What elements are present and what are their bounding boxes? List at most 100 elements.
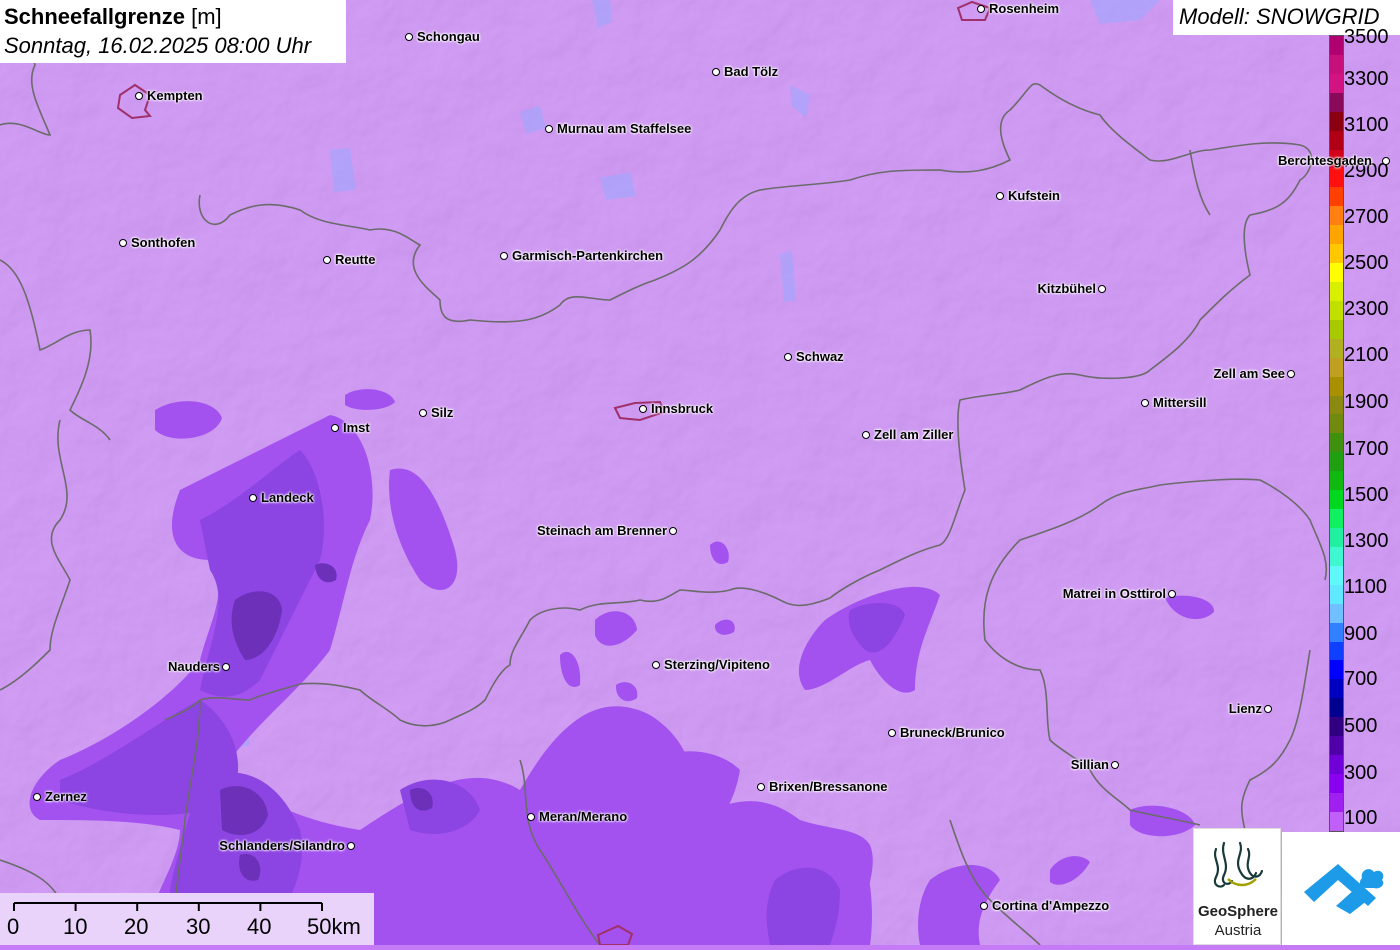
city-label: Innsbruck: [651, 401, 714, 416]
city-label: Kitzbühel: [1037, 281, 1097, 296]
legend-color-step: [1330, 717, 1343, 737]
legend-label: 700: [1344, 668, 1378, 690]
city-marker[interactable]: [1382, 157, 1390, 165]
legend-color-step: [1330, 509, 1343, 528]
city-marker[interactable]: [1111, 761, 1119, 769]
city-label: Nauders: [167, 659, 220, 674]
legend-label: 1900: [1344, 391, 1389, 413]
city-label: Schlanders/Silandro: [219, 838, 345, 853]
legend-color-step: [1330, 698, 1343, 718]
legend-color-step: [1330, 660, 1343, 680]
legend-color-step: [1330, 452, 1343, 472]
city-label: Sillian: [1070, 757, 1109, 772]
legend-label: 300: [1344, 762, 1378, 784]
scale-label-0: 0: [7, 914, 20, 939]
legend-color-step: [1330, 263, 1343, 282]
legend-color-step: [1330, 225, 1343, 245]
city-marker[interactable]: [757, 783, 765, 791]
map-canvas[interactable]: [0, 0, 1400, 945]
legend-label: 100: [1344, 807, 1378, 829]
city-marker[interactable]: [996, 192, 1004, 200]
legend-color-step: [1330, 773, 1343, 793]
legend-label: 1500: [1344, 484, 1389, 506]
legend-color-step: [1330, 130, 1343, 150]
city-marker[interactable]: [1264, 705, 1272, 713]
legend-color-step: [1330, 300, 1343, 320]
city-label: Sterzing/Vipiteno: [664, 657, 770, 672]
city-marker[interactable]: [249, 494, 257, 502]
city-label: Mittersill: [1153, 395, 1207, 410]
legend-label: 2300: [1344, 298, 1389, 320]
city-marker[interactable]: [1098, 285, 1106, 293]
legend-color-step: [1330, 54, 1343, 74]
legend-color-step: [1330, 73, 1343, 93]
city-marker[interactable]: [222, 663, 230, 671]
legend-label: 1100: [1344, 576, 1388, 598]
legend-color-step: [1330, 584, 1343, 604]
city-label: Bruneck/Brunico: [900, 725, 1005, 740]
scale-label-40: 40: [247, 914, 272, 939]
city-label: Reutte: [335, 252, 376, 267]
geosphere-logo[interactable]: GeoSphere Austria: [1193, 828, 1281, 945]
legend-label: 1700: [1344, 438, 1389, 460]
legend-color-step: [1330, 92, 1343, 112]
city-marker[interactable]: [888, 729, 896, 737]
legend-label: 3300: [1344, 68, 1389, 90]
city-marker[interactable]: [135, 92, 143, 100]
city-marker[interactable]: [639, 405, 647, 413]
city-label: Zell am Ziller: [874, 427, 954, 442]
city-label: Rosenheim: [989, 1, 1060, 16]
city-marker[interactable]: [323, 256, 331, 264]
legend-color-step: [1330, 376, 1343, 396]
legend-color-step: [1330, 603, 1343, 623]
snowgrid-logo[interactable]: [1282, 832, 1400, 945]
city-label: Kufstein: [1008, 188, 1060, 203]
city-marker[interactable]: [980, 902, 988, 910]
legend-color-step: [1330, 281, 1343, 301]
legend-color-step: [1330, 471, 1343, 491]
legend-label: 2100: [1344, 344, 1389, 366]
legend-color-step: [1330, 736, 1343, 756]
geosphere-mark-icon: [1213, 841, 1264, 888]
city-label: Landeck: [261, 490, 314, 505]
city-marker[interactable]: [527, 813, 535, 821]
city-marker[interactable]: [977, 5, 985, 13]
city-label: Garmisch-Partenkirchen: [512, 248, 664, 263]
legend-label: 2700: [1344, 206, 1389, 228]
city-marker[interactable]: [331, 424, 339, 432]
city-marker[interactable]: [1141, 399, 1149, 407]
legend-color-step: [1330, 490, 1343, 510]
city-marker[interactable]: [652, 661, 660, 669]
city-label: Brixen/Bressanone: [769, 779, 888, 794]
city-marker[interactable]: [419, 409, 427, 417]
scale-label-20: 20: [124, 914, 149, 939]
city-marker[interactable]: [405, 33, 413, 41]
city-label: Cortina d'Ampezzo: [992, 898, 1110, 913]
legend-color-step: [1330, 395, 1343, 415]
scale-label-50: 50km: [307, 914, 361, 939]
city-label: Schongau: [417, 29, 480, 44]
legend-color-step: [1330, 187, 1343, 207]
city-marker[interactable]: [347, 842, 355, 850]
city-marker[interactable]: [862, 431, 870, 439]
city-marker[interactable]: [119, 239, 127, 247]
legend-color-step: [1330, 357, 1343, 377]
legend-color-step: [1330, 338, 1343, 358]
city-marker[interactable]: [669, 527, 677, 535]
legend-color-step: [1330, 755, 1343, 774]
city-label: Steinach am Brenner: [536, 523, 667, 538]
city-label: Zernez: [45, 789, 87, 804]
city-marker[interactable]: [784, 353, 792, 361]
scale-bar: 0 10 20 30 40 50km: [0, 893, 374, 945]
geosphere-logo-line1: GeoSphere: [1197, 903, 1279, 920]
legend-label: 3100: [1344, 114, 1389, 136]
city-marker[interactable]: [1168, 590, 1176, 598]
city-marker[interactable]: [712, 68, 720, 76]
city-marker[interactable]: [33, 793, 41, 801]
city-label: Sonthofen: [131, 235, 196, 250]
city-label: Kempten: [147, 88, 203, 103]
city-marker[interactable]: [545, 125, 553, 133]
city-marker[interactable]: [500, 252, 508, 260]
legend-color-step: [1330, 168, 1343, 188]
city-marker[interactable]: [1287, 370, 1295, 378]
